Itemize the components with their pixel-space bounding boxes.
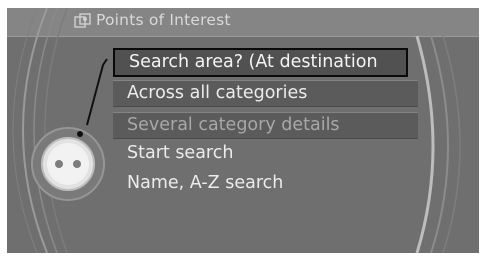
menu-item-name-az-search[interactable]: Name, A-Z search — [113, 171, 418, 196]
menu-item-start-search[interactable]: Start search — [113, 141, 418, 166]
menu-item-search-area[interactable]: Search area? (At destination — [113, 48, 408, 77]
menu-item-across-all-categories[interactable]: Across all categories — [113, 80, 418, 107]
menu-item-several-category-details: Several category details — [113, 112, 418, 139]
navigation-screen: Points of Interest Search area? (At dest… — [7, 8, 479, 253]
idrive-controller-icon — [31, 127, 105, 201]
